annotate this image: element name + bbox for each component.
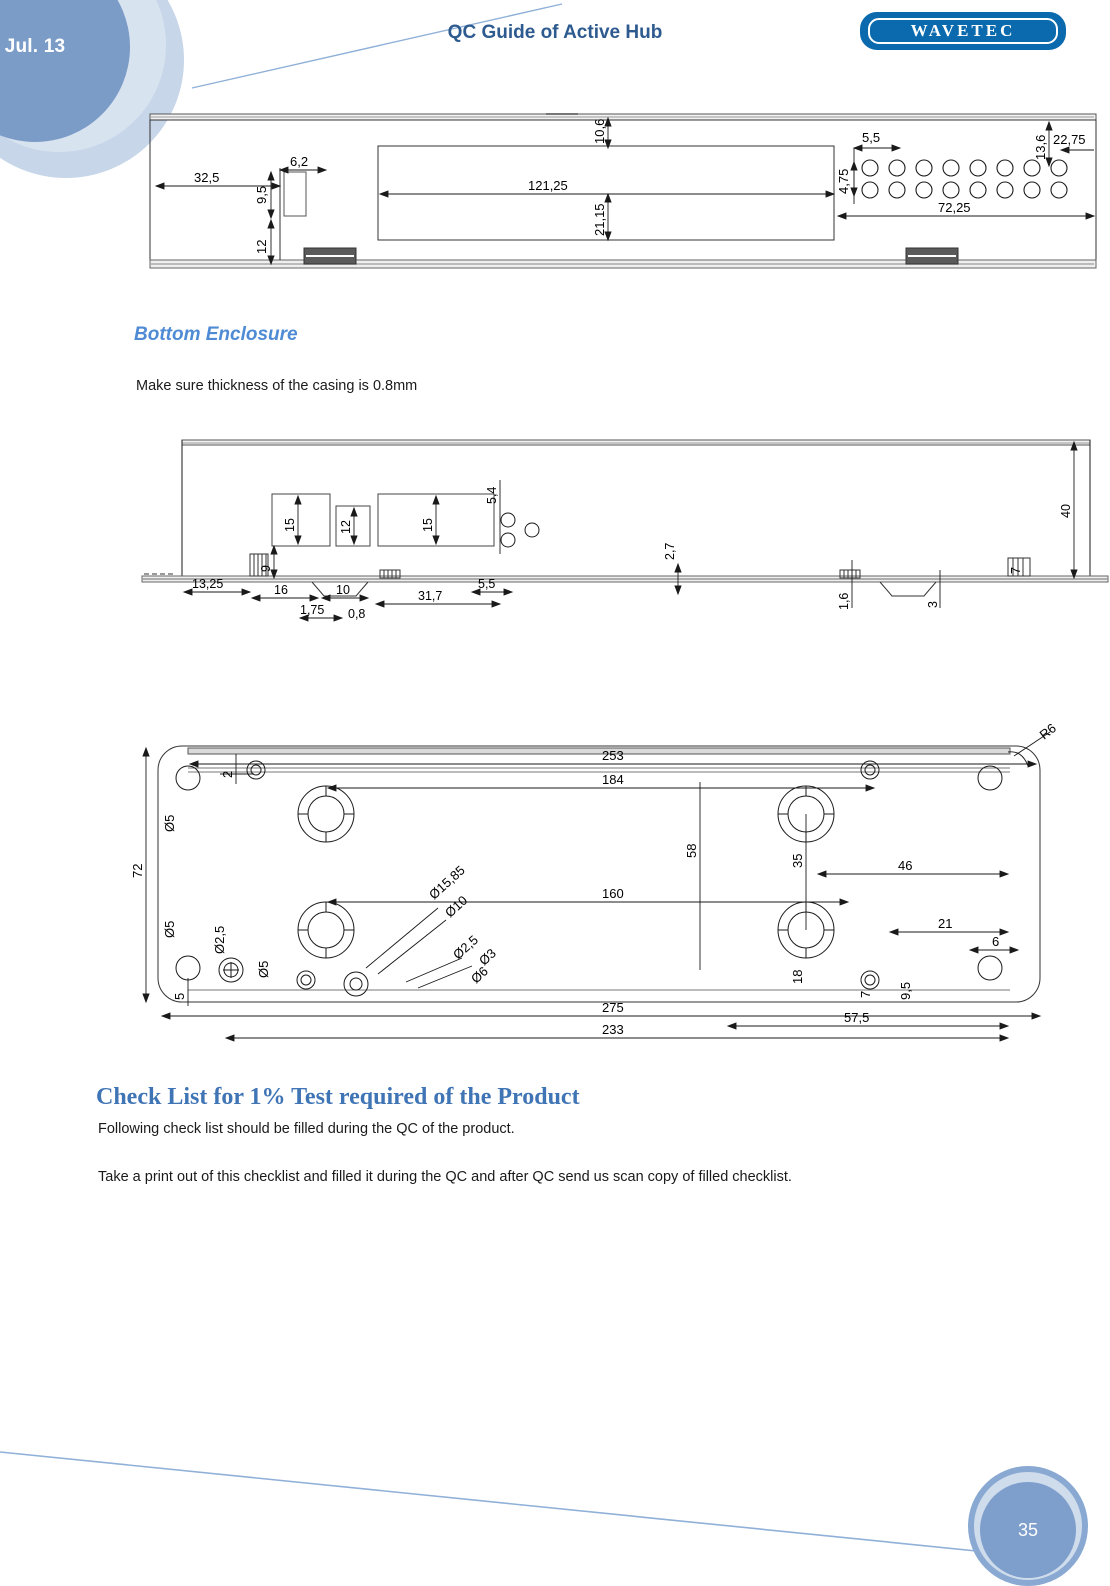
- wavetec-logo-text: WAVETEC: [910, 21, 1016, 40]
- dim-31-7: 31,7: [418, 589, 442, 603]
- dim-dia-2-5-a: Ø2,5: [212, 926, 227, 954]
- drawing-side-section: 13,25 16 10 1,75 0,8 31,7 5,5 15 12 15 9…: [140, 432, 1110, 632]
- dim-10-6: 10,6: [592, 119, 607, 144]
- dim-5-4: 5,4: [485, 487, 499, 504]
- dim-0-8: 0,8: [348, 607, 365, 621]
- dim-2-plan: 2: [220, 771, 235, 778]
- dim-dia-5-a: Ø5: [162, 815, 177, 832]
- dim-7: 7: [1009, 567, 1023, 574]
- text-casing-thickness: Make sure thickness of the casing is 0.8…: [136, 378, 418, 394]
- dim-dia-5-b: Ø5: [162, 921, 177, 938]
- dim-160: 160: [602, 886, 624, 901]
- drawing-plan-view: 253 184 160 275 233 72 2 Ø5 Ø5 Ø2,5 Ø5 Ø…: [128, 722, 1098, 1052]
- dim-dia-10: Ø10: [442, 893, 470, 921]
- dim-35: 35: [790, 854, 805, 868]
- dim-58: 58: [684, 844, 699, 858]
- dim-72: 72: [130, 864, 145, 878]
- dim-dia-5-c: Ø5: [256, 961, 271, 978]
- dim-12-side: 12: [339, 520, 353, 534]
- dim-1-6: 1,6: [837, 593, 851, 610]
- dim-15-b: 15: [421, 518, 435, 532]
- dim-2-7: 2,7: [663, 543, 677, 560]
- dim-22-75: 22,75: [1053, 132, 1086, 147]
- text-checklist-line2: Take a print out of this checklist and f…: [98, 1169, 792, 1185]
- text-checklist-line1: Following check list should be filled du…: [98, 1121, 515, 1137]
- dim-13-6: 13,6: [1033, 135, 1048, 160]
- dim-r6: R6: [1037, 722, 1059, 742]
- dim-10: 10: [336, 583, 350, 597]
- dim-4-75: 4,75: [836, 169, 851, 194]
- dim-253: 253: [602, 748, 624, 763]
- dim-9-5: 9,5: [254, 186, 269, 204]
- dim-40: 40: [1059, 504, 1073, 518]
- dim-16: 16: [274, 583, 288, 597]
- dim-184: 184: [602, 772, 624, 787]
- dim-12: 12: [254, 240, 269, 254]
- page-number: 35: [1017, 1519, 1039, 1540]
- dim-6-2: 6,2: [290, 154, 308, 169]
- footer-page-badge: 35: [968, 1466, 1088, 1586]
- dim-46: 46: [898, 858, 912, 873]
- dim-13-25: 13,25: [192, 577, 223, 591]
- dim-21: 21: [938, 916, 952, 931]
- dim-121-25: 121,25: [528, 178, 568, 193]
- drawing-front-panel-elevation: 32,5 6,2 9,5 12 121,25 10,6 21,15 5,5 4,…: [148, 108, 1098, 280]
- dim-21-15: 21,15: [592, 203, 607, 236]
- dim-7-plan: 7: [858, 991, 873, 998]
- dim-233: 233: [602, 1022, 624, 1037]
- wavetec-logo: WAVETEC: [860, 12, 1066, 50]
- heading-bottom-enclosure: Bottom Enclosure: [134, 324, 298, 345]
- wavetec-logo-border: WAVETEC: [868, 18, 1058, 44]
- dim-9: 9: [259, 565, 273, 572]
- dim-275: 275: [602, 1000, 624, 1015]
- dim-15-a: 15: [283, 518, 297, 532]
- dim-1-75: 1,75: [300, 603, 324, 617]
- dim-57-5: 57,5: [844, 1010, 869, 1025]
- dim-32-5: 32,5: [194, 170, 219, 185]
- dim-18: 18: [790, 970, 805, 984]
- dim-6: 6: [992, 934, 999, 949]
- dim-3: 3: [926, 601, 940, 608]
- document-page: Jul. 13 QC Guide of Active Hub WAVETEC 3…: [0, 0, 1110, 1586]
- dim-5-5-side: 5,5: [478, 577, 495, 591]
- header-diagonal-rule: [152, 0, 572, 96]
- dim-72-25: 72,25: [938, 200, 971, 215]
- dim-5-5-top: 5,5: [862, 130, 880, 145]
- footer-diagonal-rule: [0, 1434, 1110, 1558]
- dim-9-5-plan: 9,5: [898, 982, 913, 1000]
- heading-check-list: Check List for 1% Test required of the P…: [96, 1084, 580, 1110]
- dim-5-plan: 5: [172, 993, 187, 1000]
